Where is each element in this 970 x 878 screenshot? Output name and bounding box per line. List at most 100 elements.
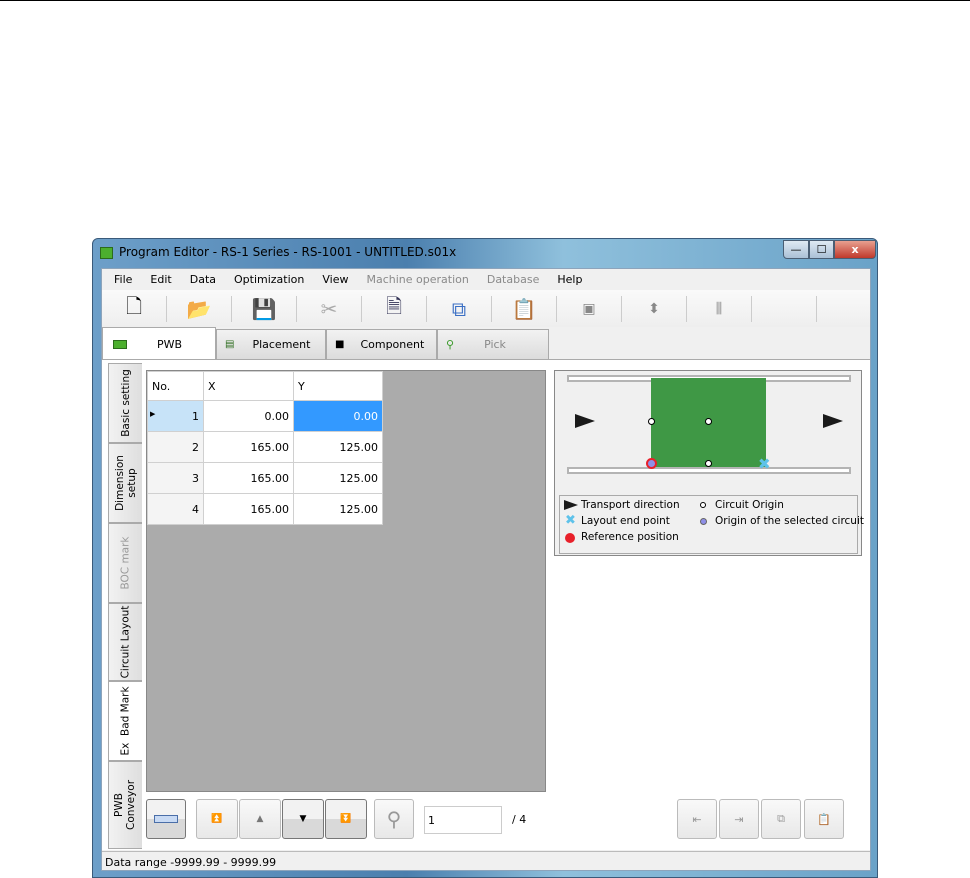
menu-help[interactable]: Help xyxy=(557,273,582,286)
duplicate-button[interactable]: ⧉ xyxy=(761,799,801,839)
paste-icon: 📋 xyxy=(511,296,537,321)
layout-diagram: ✖ Transport direction ✖ Layout end point… xyxy=(554,370,864,556)
side-tab-label: BOC mark xyxy=(119,536,132,590)
layout-end-point-icon: ✖ xyxy=(758,455,771,473)
table-row[interactable]: ▶ 1 0.00 0.00 xyxy=(147,400,383,432)
pwb-content: Basic setting Dimension setup BOC mark C… xyxy=(102,359,870,850)
minimize-button[interactable]: — xyxy=(783,240,809,259)
tab-pwb[interactable]: PWB xyxy=(102,327,216,360)
chip-icon: ■ xyxy=(335,339,345,350)
last-icon: ⏬ xyxy=(340,814,352,824)
move-icon: ⇤ xyxy=(692,812,702,826)
tab-label: Placement xyxy=(252,338,311,351)
program-editor-window: Program Editor - RS-1 Series - RS-1001 -… xyxy=(92,238,878,878)
status-text: Data range -9999.99 - 9999.99 xyxy=(105,856,277,869)
separator xyxy=(751,295,752,322)
save-icon[interactable]: 💾 xyxy=(244,294,284,324)
main-tabs: PWB ▤ Placement ■ Component ⚲ Pick xyxy=(102,327,870,360)
tab-pick: ⚲ Pick xyxy=(437,329,549,359)
app-icon xyxy=(100,247,113,259)
width-adjust-icon: ⬍ xyxy=(648,300,660,317)
cell-no[interactable]: 3 xyxy=(147,462,204,494)
tab-placement[interactable]: ▤ Placement xyxy=(216,329,326,359)
side-tab-basic-setting[interactable]: Basic setting xyxy=(108,363,142,443)
copy-icon[interactable]: ⧉ xyxy=(439,294,479,324)
legend-blue-dot-icon xyxy=(700,518,707,525)
col-no[interactable]: No. xyxy=(147,371,204,401)
paste-circuit-button[interactable]: 📋 xyxy=(804,799,844,839)
magnifier-icon: ⚲ xyxy=(386,807,402,831)
col-y[interactable]: Y xyxy=(293,371,383,401)
tab-component[interactable]: ■ Component xyxy=(326,329,437,359)
cell-no[interactable]: ▶ 1 xyxy=(147,400,204,432)
side-tab-circuit-layout[interactable]: Circuit Layout xyxy=(108,603,142,681)
toolbar: 🗋 📂 💾 ✂ 🗎 ⧉ 📋 ▣ ⬍ ⫼ xyxy=(102,290,870,327)
table-header: No. X Y xyxy=(147,371,383,401)
cell-no[interactable]: 2 xyxy=(147,431,204,463)
menu-optimization[interactable]: Optimization xyxy=(234,273,304,286)
cell-no-text: 1 xyxy=(192,409,199,423)
legend-arrow-icon xyxy=(564,500,578,510)
resize-icon xyxy=(154,815,178,823)
row-total: / 4 xyxy=(512,813,527,826)
cell-no[interactable]: 4 xyxy=(147,493,204,525)
cell-y[interactable]: 125.00 xyxy=(293,431,383,463)
side-tab-boc-mark: BOC mark xyxy=(108,523,142,603)
cut-icon: ✂ xyxy=(320,296,338,321)
delete-document-icon[interactable]: 🗎 xyxy=(374,294,414,324)
side-tab-label: Basic setting xyxy=(119,369,132,437)
maximize-button[interactable]: ☐ xyxy=(809,240,834,259)
last-row-button[interactable]: ⏬ xyxy=(325,799,367,839)
cell-y[interactable]: 125.00 xyxy=(293,462,383,494)
move-left-button[interactable]: ⇤ xyxy=(677,799,717,839)
legend-red-dot-icon xyxy=(565,533,575,543)
side-tab-ex-bad-mark[interactable]: Ex Bad Mark xyxy=(108,681,142,761)
legend-transport: Transport direction xyxy=(581,499,680,511)
separator xyxy=(491,295,492,322)
first-row-button[interactable]: ⏫ xyxy=(196,799,238,839)
diagram-legend: Transport direction ✖ Layout end point R… xyxy=(559,495,864,554)
side-tab-label: PWB Conveyor xyxy=(113,779,138,831)
side-tab-label: Ex Bad Mark xyxy=(119,686,132,756)
placement-icon: ▤ xyxy=(225,339,235,350)
next-row-button[interactable]: ▼ xyxy=(282,799,324,839)
menu-data[interactable]: Data xyxy=(190,273,216,286)
open-folder-icon[interactable]: 📂 xyxy=(179,294,219,324)
tab-label: PWB xyxy=(157,337,183,351)
row-pointer-icon: ▶ xyxy=(150,409,156,418)
table-row[interactable]: 4 165.00 125.00 xyxy=(147,493,383,525)
table-row[interactable]: 2 165.00 125.00 xyxy=(147,431,383,463)
close-button[interactable]: x xyxy=(834,240,876,259)
separator xyxy=(686,295,687,322)
page-rule xyxy=(0,0,970,1)
cell-x[interactable]: 0.00 xyxy=(203,400,294,432)
table-row[interactable]: 3 165.00 125.00 xyxy=(147,462,383,494)
side-tab-dimension-setup[interactable]: Dimension setup xyxy=(108,443,142,523)
circuit-origin-icon xyxy=(705,460,712,467)
move-right-button[interactable]: ⇥ xyxy=(719,799,759,839)
legend-white-dot-icon xyxy=(700,502,706,508)
new-document-icon[interactable]: 🗋 xyxy=(114,294,154,324)
separator xyxy=(816,295,817,322)
cell-y[interactable]: 0.00 xyxy=(293,400,383,432)
side-tab-pwb-conveyor[interactable]: PWB Conveyor xyxy=(108,761,142,849)
circuit-grid: No. X Y ▶ 1 0.00 0.00 2 165.00 125.00 3 … xyxy=(146,370,546,792)
row-height-button[interactable] xyxy=(146,799,186,839)
duplicate-icon: ⧉ xyxy=(777,812,785,825)
cell-x[interactable]: 165.00 xyxy=(203,493,294,525)
col-x[interactable]: X xyxy=(203,371,294,401)
menu-file[interactable]: File xyxy=(114,273,132,286)
cell-x[interactable]: 165.00 xyxy=(203,431,294,463)
menu-view[interactable]: View xyxy=(322,273,348,286)
previous-row-button[interactable]: ▲ xyxy=(239,799,281,839)
separator xyxy=(296,295,297,322)
row-number-input[interactable] xyxy=(424,806,502,834)
legend-x-icon: ✖ xyxy=(565,513,576,528)
menu-edit[interactable]: Edit xyxy=(150,273,171,286)
cell-y[interactable]: 125.00 xyxy=(293,493,383,525)
search-button[interactable]: ⚲ xyxy=(374,799,414,839)
transport-arrow-right-icon xyxy=(823,414,843,428)
status-bar: Data range -9999.99 - 9999.99 xyxy=(102,851,870,871)
cell-x[interactable]: 165.00 xyxy=(203,462,294,494)
client-area: File Edit Data Optimization View Machine… xyxy=(101,268,871,871)
